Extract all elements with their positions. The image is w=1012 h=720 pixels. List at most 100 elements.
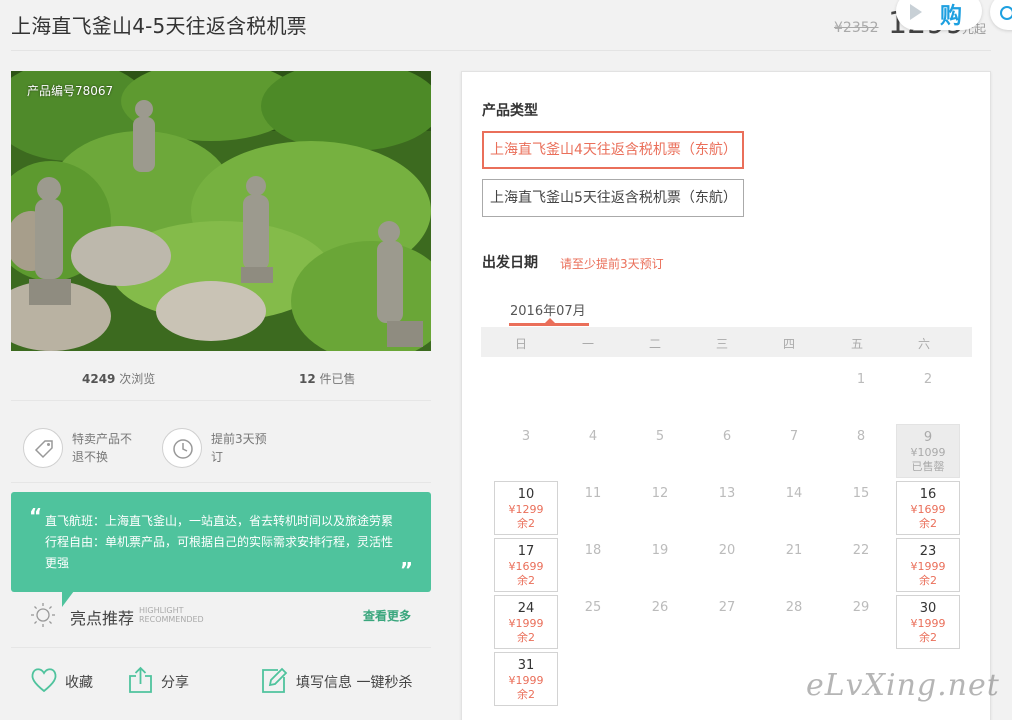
month-tab-underline <box>509 323 589 326</box>
day-number: 30 <box>919 601 937 616</box>
day-number: 29 <box>852 600 870 615</box>
favorite-button[interactable]: 收藏 <box>30 665 100 697</box>
day-number: 4 <box>588 429 598 444</box>
calendar-day-8: 8 <box>829 424 893 478</box>
day-remaining: 已售罄 <box>911 460 945 473</box>
calendar-day-15: 15 <box>829 481 893 535</box>
highlight-line-1: 直飞航班：上海直飞釜山，一站直达，省去转机时间以及旅途劳累 <box>45 514 394 528</box>
calendar-day-22: 22 <box>829 538 893 592</box>
calendar-day-2: 2 <box>896 367 960 421</box>
month-tab[interactable]: 2016年07月 <box>510 300 586 319</box>
watermark: eLvXing.net <box>806 668 1000 703</box>
original-price: ¥2352 <box>834 20 879 36</box>
feature-text-1: 特卖产品不退不换 <box>72 432 133 464</box>
product-type-title: 产品类型 <box>482 103 538 119</box>
day-number: 10 <box>517 487 535 502</box>
buy-button[interactable]: 购 <box>896 0 982 30</box>
calendar-day-9: 9 ¥1099 已售罄 <box>896 424 960 478</box>
day-number: 23 <box>919 544 937 559</box>
day-remaining: 余2 <box>919 631 937 644</box>
day-number: 18 <box>584 543 602 558</box>
day-number: 3 <box>521 429 531 444</box>
product-option-4day[interactable]: 上海直飞釜山4天往返含税机票（东航） <box>482 131 744 169</box>
feature-text-2: 提前3天预订 <box>211 432 267 464</box>
day-number: 13 <box>718 486 736 501</box>
fill-info-button[interactable]: 填写信息 一键秒杀 <box>260 665 420 697</box>
day-remaining: 余2 <box>919 574 937 587</box>
highlight-en-2: RECOMMENDED <box>139 615 204 624</box>
calendar-day-19: 19 <box>628 538 692 592</box>
weekday-header: 日 一 二 三 四 五 六 <box>481 327 972 357</box>
day-number: 28 <box>785 600 803 615</box>
calendar-day-31[interactable]: 31 ¥1999 余2 <box>494 652 558 706</box>
calendar-day-20: 20 <box>695 538 759 592</box>
calendar-day-7: 7 <box>762 424 826 478</box>
day-price: ¥1299 <box>508 503 544 516</box>
calendar-day-4: 4 <box>561 424 625 478</box>
day-number: 15 <box>852 486 870 501</box>
day-number: 27 <box>718 600 736 615</box>
sold-stat: 12 件已售 <box>299 370 356 387</box>
highlight-line-2: 行程自由：单机票产品，可根据自己的实际需求安排行程，灵活性 <box>45 535 394 549</box>
calendar-day-24[interactable]: 24 ¥1999 余2 <box>494 595 558 649</box>
day-price: ¥1999 <box>508 674 544 687</box>
buy-label: 购 <box>940 4 963 29</box>
calendar-day-14: 14 <box>762 481 826 535</box>
highlight-text: 直飞航班：上海直飞釜山，一站直达，省去转机时间以及旅途劳累 行程自由：单机票产品… <box>45 511 405 574</box>
day-number: 22 <box>852 543 870 558</box>
day-number: 16 <box>919 487 937 502</box>
day-price: ¥1999 <box>910 617 946 630</box>
calendar-day-1: 1 <box>829 367 893 421</box>
statue-garden-image <box>11 71 431 351</box>
calendar-day-26: 26 <box>628 595 692 649</box>
calendar-day-21: 21 <box>762 538 826 592</box>
day-price: ¥1999 <box>910 560 946 573</box>
day-number: 17 <box>517 544 535 559</box>
day-number: 11 <box>584 486 602 501</box>
view-more-link[interactable]: 查看更多 <box>363 607 411 624</box>
calendar-day-5: 5 <box>628 424 692 478</box>
sold-label: 件已售 <box>319 372 356 386</box>
day-number: 19 <box>651 543 669 558</box>
search-button[interactable] <box>990 0 1012 30</box>
calendar-day-28: 28 <box>762 595 826 649</box>
calendar-day-10[interactable]: 10 ¥1299 余2 <box>494 481 558 535</box>
calendar-day-17[interactable]: 17 ¥1699 余2 <box>494 538 558 592</box>
day-number: 6 <box>722 429 732 444</box>
header-divider <box>11 50 991 51</box>
calendar-day-16[interactable]: 16 ¥1699 余2 <box>896 481 960 535</box>
booking-note: 请至少提前3天预订 <box>560 257 664 271</box>
day-price: ¥1999 <box>508 617 544 630</box>
search-icon <box>1000 6 1012 20</box>
day-price: ¥1699 <box>910 503 946 516</box>
day-remaining: 余2 <box>517 688 535 701</box>
weekday-sun: 日 <box>514 337 527 351</box>
product-number: 产品编号78067 <box>27 84 114 98</box>
weekday-fri: 五 <box>850 337 863 351</box>
calendar-day-23[interactable]: 23 ¥1999 余2 <box>896 538 960 592</box>
favorite-label: 收藏 <box>65 675 93 691</box>
highlight-subtitle: HIGHLIGHT RECOMMENDED <box>139 606 204 624</box>
day-remaining: 余2 <box>517 517 535 530</box>
share-icon <box>129 666 152 693</box>
quote-open-icon: “ <box>29 504 43 528</box>
tag-icon <box>23 428 63 468</box>
calendar-day-18: 18 <box>561 538 625 592</box>
share-button[interactable]: 分享 <box>128 665 198 697</box>
day-remaining: 余2 <box>517 631 535 644</box>
day-number: 7 <box>789 429 799 444</box>
calendar-day-13: 13 <box>695 481 759 535</box>
day-number: 25 <box>584 600 602 615</box>
weekday-wed: 三 <box>715 337 728 351</box>
weekday-thu: 四 <box>782 337 795 351</box>
product-option-5day[interactable]: 上海直飞釜山5天往返含税机票（东航） <box>482 179 744 217</box>
day-number: 5 <box>655 429 665 444</box>
day-number: 8 <box>856 429 866 444</box>
highlight-line-3: 更强 <box>45 556 70 570</box>
calendar-day-30[interactable]: 30 ¥1999 余2 <box>896 595 960 649</box>
highlight-header: 亮点推荐 HIGHLIGHT RECOMMENDED 查看更多 <box>30 602 430 628</box>
feature-advance-booking: 提前3天预订 <box>162 428 282 472</box>
calendar-day-3: 3 <box>494 424 558 478</box>
views-count: 4249 <box>82 372 116 386</box>
play-icon <box>910 4 922 20</box>
